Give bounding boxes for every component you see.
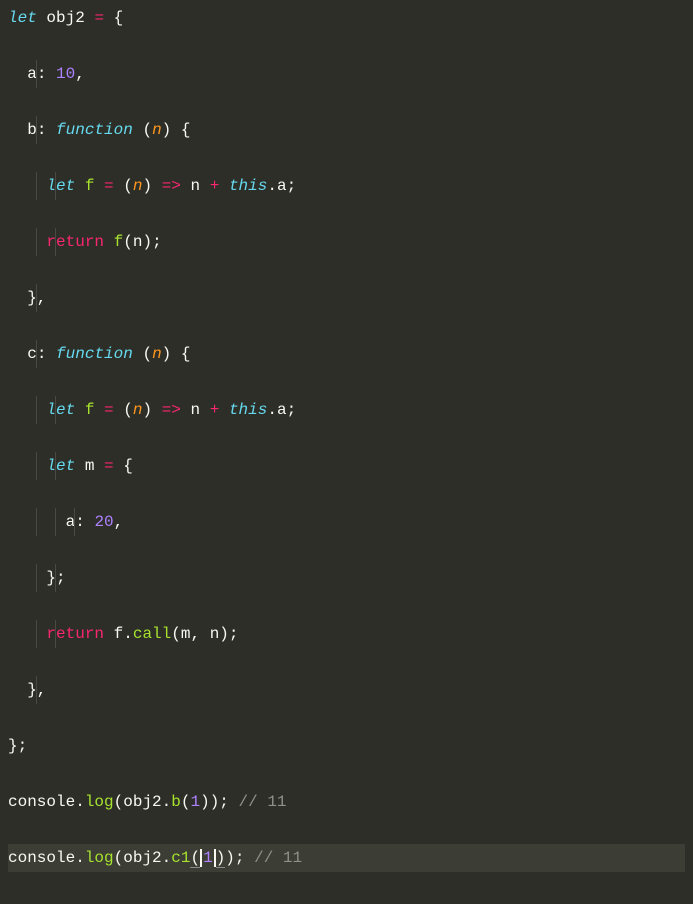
code-line: console.log(obj2.b(1)); // 11 [8,788,685,816]
code-line: let f = (n) => n + this.a; [8,172,685,200]
code-line: }, [8,676,685,704]
keyword-let: let [8,9,37,27]
comment: // 11 [239,793,287,811]
cursor-position: 1 [200,849,216,867]
code-line: a: 10, [8,60,685,88]
code-line-active: console.log(obj2.c1(1)); // 11 [8,844,685,872]
code-line: let obj2 = { [8,4,685,32]
code-line: }; [8,732,685,760]
comment: // 11 [254,849,302,867]
code-line: return f(n); [8,228,685,256]
code-line: c: function (n) { [8,340,685,368]
code-line: a: 20, [8,508,685,536]
code-line: let m = { [8,452,685,480]
code-editor[interactable]: let obj2 = { a: 10, b: function (n) { le… [0,0,693,904]
code-line: return f.call(m, n); [8,620,685,648]
code-line: }, [8,284,685,312]
code-line: b: function (n) { [8,116,685,144]
code-line: }; [8,564,685,592]
code-line: let f = (n) => n + this.a; [8,396,685,424]
